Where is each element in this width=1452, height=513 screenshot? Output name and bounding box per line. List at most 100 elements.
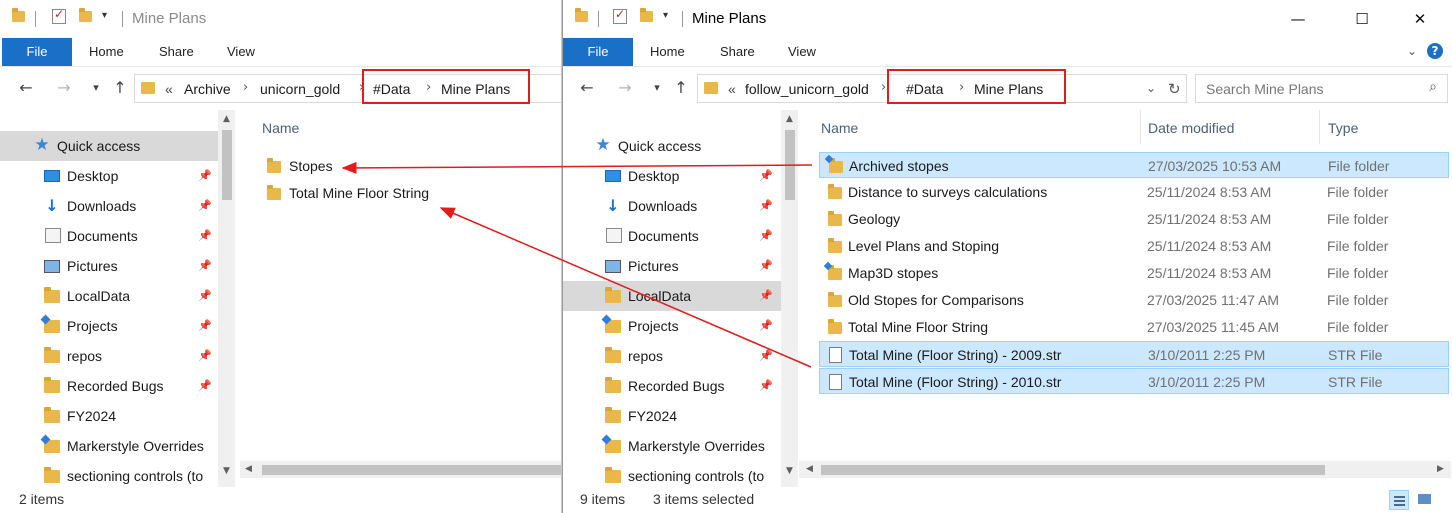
nav-item-sectioning-controls[interactable]: sectioning controls (to [0, 461, 218, 487]
horizontal-scrollbar[interactable]: ◀ ▶ [799, 461, 1451, 478]
nav-item-documents[interactable]: Documents 📌 [563, 221, 781, 251]
chevron-right-icon[interactable]: › [881, 80, 886, 95]
file-row[interactable]: Geology 25/11/2024 8:53 AM File folder [819, 206, 1449, 232]
maximize-icon[interactable]: ☐ [1339, 0, 1385, 38]
file-row[interactable]: Level Plans and Stoping 25/11/2024 8:53 … [819, 233, 1449, 259]
nav-item-localdata[interactable]: LocalData 📌 [0, 281, 218, 311]
scroll-down-icon[interactable]: ▼ [218, 466, 235, 476]
expand-ribbon-chevron-icon[interactable]: ⌄ [1403, 42, 1421, 60]
breadcrumb-unicorn-gold[interactable]: unicorn_gold [260, 81, 340, 97]
nav-item-pictures[interactable]: Pictures 📌 [563, 251, 781, 281]
file-row[interactable]: Total Mine (Floor String) - 2010.str 3/1… [819, 368, 1449, 394]
nav-item-sectioning-controls[interactable]: sectioning controls (to [563, 461, 781, 487]
file-row[interactable]: Archived stopes 27/03/2025 10:53 AM File… [819, 152, 1449, 178]
customize-quick-access-icon[interactable]: ▾ [663, 10, 668, 21]
nav-item-pictures[interactable]: Pictures 📌 [0, 251, 218, 281]
nav-item-repos[interactable]: repos 📌 [563, 341, 781, 371]
nav-item-projects[interactable]: Projects 📌 [563, 311, 781, 341]
nav-item-recorded-bugs[interactable]: Recorded Bugs 📌 [0, 371, 218, 401]
minimize-icon[interactable]: — [1275, 0, 1321, 38]
large-icons-view-icon[interactable] [1415, 490, 1435, 510]
left-explorer-window: ▾ Mine Plans File Home Share View ← → ▾ … [0, 0, 562, 513]
nav-item-projects[interactable]: Projects 📌 [0, 311, 218, 341]
close-icon[interactable]: ✕ [1397, 0, 1443, 38]
search-box[interactable]: Search Mine Plans ⌕ [1195, 74, 1448, 103]
scroll-up-icon[interactable]: ▲ [218, 114, 235, 124]
column-divider[interactable] [1319, 110, 1320, 144]
column-header-name[interactable]: Name [821, 120, 858, 136]
nav-item-label: Markerstyle Overrides [67, 438, 204, 454]
new-folder-icon[interactable] [79, 8, 92, 22]
forward-arrow-icon[interactable]: → [54, 78, 74, 98]
breadcrumb-overflow[interactable]: « [165, 81, 173, 97]
nav-item-desktop[interactable]: Desktop 📌 [563, 161, 781, 191]
tab-view[interactable]: View [788, 38, 816, 66]
file-row[interactable]: Distance to surveys calculations 25/11/2… [819, 179, 1449, 205]
forward-arrow-icon[interactable]: → [615, 78, 635, 98]
breadcrumb-overflow[interactable]: « [728, 81, 736, 97]
column-divider[interactable] [1140, 110, 1141, 144]
nav-item-downloads[interactable]: ↓ Downloads 📌 [563, 191, 781, 221]
nav-item-quick-access[interactable]: ★ Quick access [563, 131, 781, 161]
tab-home[interactable]: Home [89, 38, 124, 66]
breadcrumb-follow-unicorn-gold[interactable]: follow_unicorn_gold [745, 81, 869, 97]
column-header-name[interactable]: Name [262, 120, 299, 136]
properties-icon[interactable] [613, 7, 627, 24]
file-row[interactable]: Map3D stopes 25/11/2024 8:53 AM File fol… [819, 260, 1449, 286]
back-arrow-icon[interactable]: ← [577, 78, 597, 98]
file-row[interactable]: Total Mine Floor String 27/03/2025 11:45… [819, 314, 1449, 340]
scroll-right-icon[interactable]: ▶ [1432, 464, 1449, 474]
tab-home[interactable]: Home [650, 38, 685, 66]
pin-icon: 📌 [198, 229, 212, 242]
nav-scrollbar[interactable]: ▲ ▼ [218, 110, 235, 487]
scroll-up-icon[interactable]: ▲ [781, 114, 798, 124]
details-view-icon[interactable] [1389, 490, 1409, 510]
nav-item-localdata[interactable]: LocalData 📌 [563, 281, 781, 311]
help-icon[interactable]: ? [1427, 43, 1443, 59]
nav-item-recorded-bugs[interactable]: Recorded Bugs 📌 [563, 371, 781, 401]
scrollbar-thumb[interactable] [785, 130, 795, 200]
tab-file[interactable]: File [2, 38, 72, 66]
back-arrow-icon[interactable]: ← [16, 78, 36, 98]
nav-item-quick-access[interactable]: ★ Quick access [0, 131, 218, 161]
address-history-chevron-icon[interactable]: ⌄ [1146, 81, 1156, 95]
tab-file[interactable]: File [563, 38, 633, 66]
horizontal-scrollbar[interactable]: ◀ [240, 461, 561, 478]
scroll-down-icon[interactable]: ▼ [781, 466, 798, 476]
scrollbar-thumb[interactable] [222, 130, 232, 200]
recent-locations-chevron-icon[interactable]: ▾ [647, 78, 667, 98]
chevron-right-icon[interactable]: › [243, 80, 248, 95]
nav-item-fy2024[interactable]: FY2024 [0, 401, 218, 431]
nav-item-markerstyle-overrides[interactable]: Markerstyle Overrides [563, 431, 781, 461]
refresh-icon[interactable]: ↻ [1168, 80, 1181, 98]
item-count: 9 items [580, 491, 626, 507]
tab-share[interactable]: Share [159, 38, 194, 66]
up-arrow-icon[interactable]: ↑ [671, 78, 691, 98]
new-folder-icon[interactable] [640, 8, 653, 22]
nav-item-desktop[interactable]: Desktop 📌 [0, 161, 218, 191]
recent-locations-chevron-icon[interactable]: ▾ [86, 78, 106, 98]
nav-item-documents[interactable]: Documents 📌 [0, 221, 218, 251]
tab-view[interactable]: View [227, 38, 255, 66]
search-icon[interactable]: ⌕ [1429, 79, 1437, 95]
scroll-left-icon[interactable]: ◀ [801, 464, 818, 474]
file-row[interactable]: Stopes [258, 153, 558, 179]
up-arrow-icon[interactable]: ↑ [110, 78, 130, 98]
nav-item-markerstyle-overrides[interactable]: Markerstyle Overrides [0, 431, 218, 461]
customize-quick-access-icon[interactable]: ▾ [102, 10, 107, 21]
tab-share[interactable]: Share [720, 38, 755, 66]
properties-icon[interactable] [52, 7, 66, 24]
file-row[interactable]: Total Mine Floor String [258, 180, 558, 206]
nav-item-downloads[interactable]: ↓ Downloads 📌 [0, 191, 218, 221]
column-header-type[interactable]: Type [1328, 120, 1358, 136]
scrollbar-thumb[interactable] [262, 465, 561, 475]
column-header-date-modified[interactable]: Date modified [1148, 120, 1234, 136]
nav-item-repos[interactable]: repos 📌 [0, 341, 218, 371]
file-row[interactable]: Old Stopes for Comparisons 27/03/2025 11… [819, 287, 1449, 313]
scrollbar-thumb[interactable] [821, 465, 1325, 475]
nav-item-fy2024[interactable]: FY2024 [563, 401, 781, 431]
scroll-left-icon[interactable]: ◀ [240, 464, 257, 474]
nav-scrollbar[interactable]: ▲ ▼ [781, 110, 798, 487]
file-row[interactable]: Total Mine (Floor String) - 2009.str 3/1… [819, 341, 1449, 367]
breadcrumb-archive[interactable]: Archive [184, 81, 231, 97]
